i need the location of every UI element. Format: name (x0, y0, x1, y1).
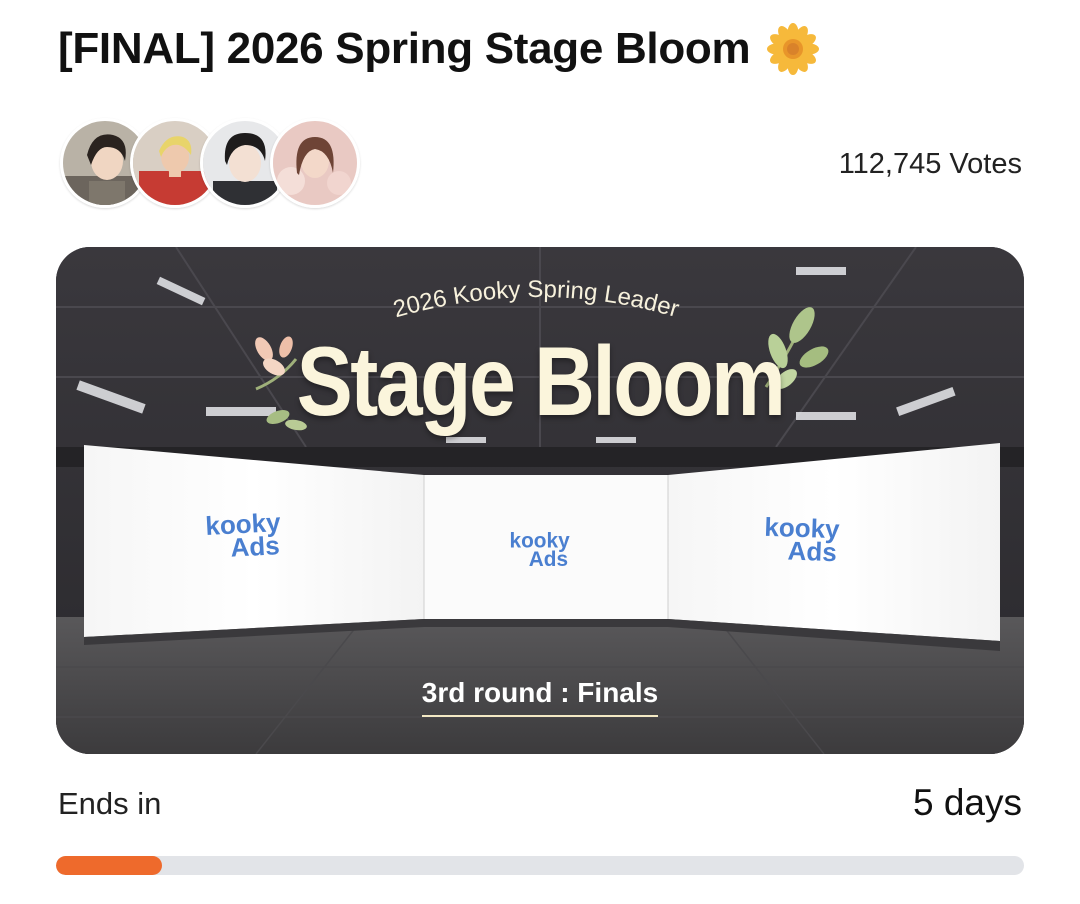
ends-in-value: 5 days (912, 782, 1022, 823)
banner-subtitle-text: 2026 Kooky Spring Leader (390, 276, 682, 323)
ends-in-label: Ends in (58, 786, 162, 821)
screen-logo-right: kooky Ads (763, 512, 840, 568)
avatar[interactable] (270, 118, 360, 208)
banner-headline: Stage Bloom (296, 326, 786, 436)
sunflower-icon (767, 23, 820, 75)
vote-count: 112,745 Votes (838, 148, 1022, 180)
svg-text:2026 Kooky Spring Leader: 2026 Kooky Spring Leader (390, 276, 682, 323)
screen-logo-left: kooky Ads (205, 507, 283, 563)
logo-line2: Ads (787, 535, 838, 568)
time-progress-fill (56, 856, 163, 875)
event-banner[interactable]: 2026 Kooky Spring Leader Stage Bloom koo… (56, 247, 1024, 754)
round-label: 3rd round : Finals (421, 677, 659, 717)
participant-avatars[interactable] (60, 118, 360, 208)
title-row: [FINAL] 2026 Spring Stage Bloom (58, 22, 820, 76)
page-title: [FINAL] 2026 Spring Stage Bloom (58, 24, 751, 73)
time-progress-bar (56, 856, 1024, 875)
round-label-container: 3rd round : Finals (56, 677, 1024, 717)
logo-line2: Ads (528, 547, 569, 572)
screen-logo-center: kooky Ads (510, 530, 570, 572)
